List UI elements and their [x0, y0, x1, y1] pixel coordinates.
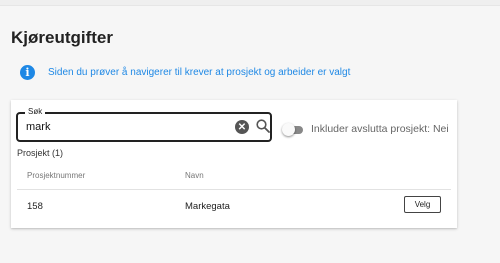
include-closed-label: Inkluder avslutta prosjekt: Nei	[311, 123, 449, 135]
column-header-name: Navn	[185, 171, 204, 180]
include-closed-toggle[interactable]	[282, 123, 304, 136]
row-divider	[17, 189, 451, 190]
select-project-button[interactable]: Velg	[404, 196, 441, 213]
info-icon: i	[20, 64, 35, 80]
page-title: Kjøreutgifter	[11, 28, 113, 47]
column-header-number: Prosjektnummer	[27, 171, 86, 180]
info-banner: i Siden du prøver å navigerer til krever…	[20, 60, 490, 84]
project-search-card: Søk ✕ Inkluder avslutta prosjekt: Nei Pr…	[11, 100, 457, 228]
clear-icon[interactable]: ✕	[235, 120, 249, 134]
search-input[interactable]	[26, 119, 226, 135]
project-number-cell: 158	[27, 201, 43, 212]
project-name-cell: Markegata	[185, 201, 230, 212]
section-label: Prosjekt (1)	[17, 148, 64, 158]
info-message: Siden du prøver å navigerer til krever a…	[48, 66, 351, 78]
toggle-thumb	[282, 123, 295, 136]
top-bar	[0, 0, 500, 6]
search-legend: Søk	[25, 107, 46, 116]
search-field: Søk ✕	[16, 107, 272, 142]
search-icon[interactable]	[255, 118, 271, 134]
